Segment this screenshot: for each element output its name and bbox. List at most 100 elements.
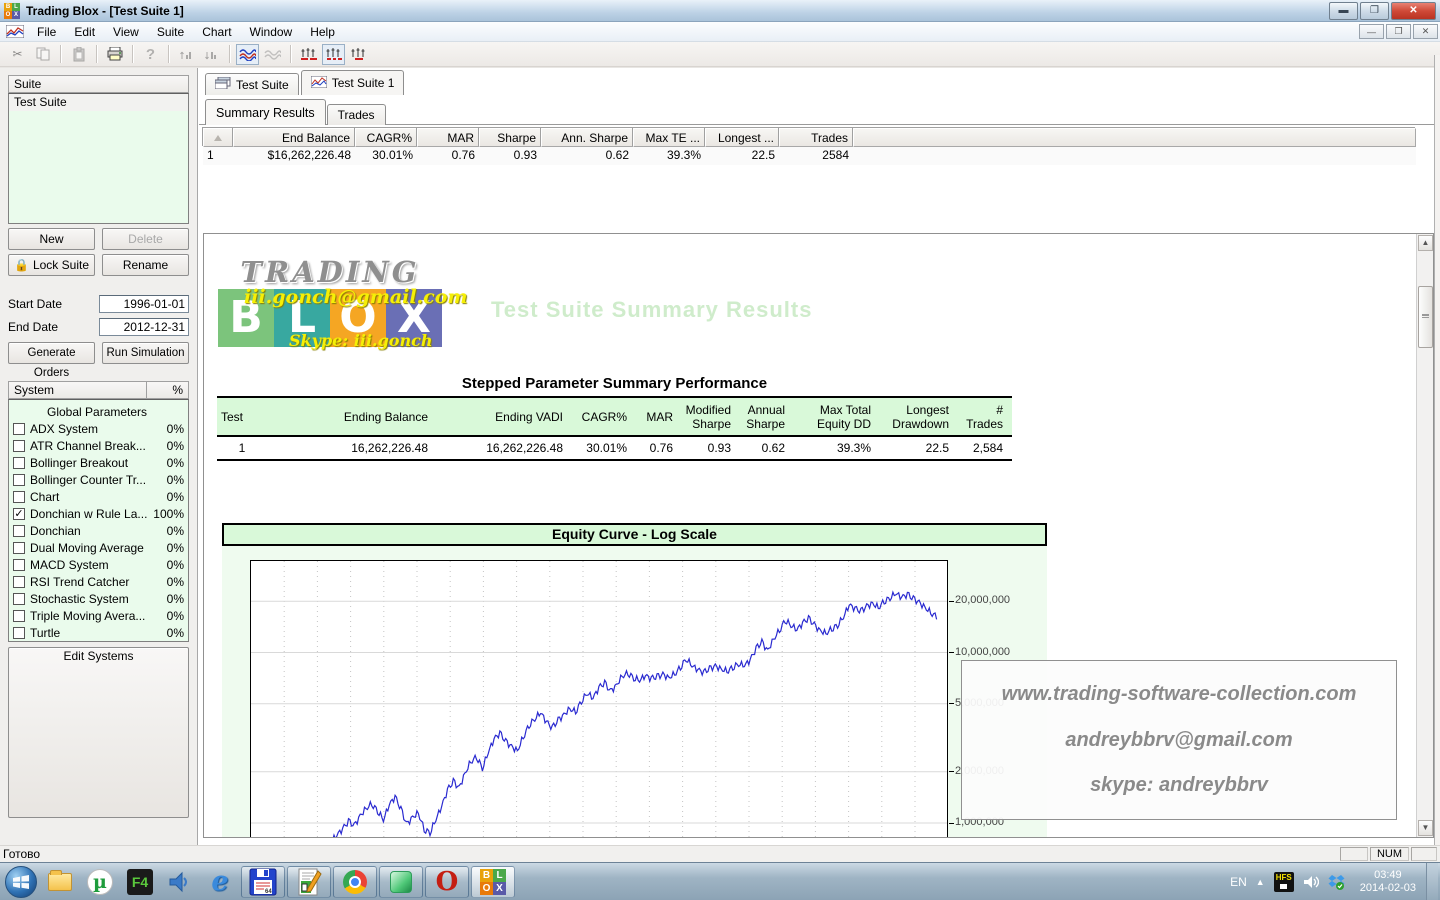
tray-clock[interactable]: 03:49 2014-02-03	[1354, 869, 1422, 895]
system-checkbox[interactable]	[13, 474, 25, 486]
trade-bars-button-1[interactable]	[297, 44, 320, 65]
start-date-input[interactable]	[99, 295, 189, 313]
scroll-up-arrow[interactable]: ▲	[1418, 235, 1433, 251]
system-row[interactable]: Global Parameters	[9, 403, 188, 420]
rename-button[interactable]: Rename	[102, 254, 189, 276]
dropbox-tray-icon[interactable]	[1328, 874, 1345, 890]
menu-item-file[interactable]: File	[28, 23, 65, 41]
system-checkbox[interactable]	[13, 576, 25, 588]
cut-button[interactable]: ✂	[6, 44, 29, 65]
grid-column-header[interactable]: End Balance	[233, 128, 355, 147]
trade-bars-button-2[interactable]	[322, 44, 345, 65]
volume-app-taskbar-icon[interactable]	[160, 865, 200, 899]
system-checkbox[interactable]	[13, 627, 25, 639]
hidden-icons-arrow[interactable]: ▲	[1256, 877, 1265, 887]
chrome-taskbar-button[interactable]	[333, 866, 377, 898]
sort-descending-button[interactable]	[200, 44, 223, 65]
lock-suite-button[interactable]: 🔒Lock Suite	[8, 254, 95, 276]
menu-item-chart[interactable]: Chart	[193, 23, 240, 41]
help-button[interactable]: ?	[139, 44, 162, 65]
system-row[interactable]: Bollinger Counter Tr...0%	[9, 471, 188, 488]
subtab-trades[interactable]: Trades	[327, 104, 386, 125]
multi-chart-button[interactable]	[261, 44, 284, 65]
grid-column-header[interactable]: Max TE ...	[633, 128, 705, 147]
trading-blox-taskbar-button[interactable]: BL OX	[471, 866, 515, 898]
system-column-header[interactable]: System	[8, 381, 147, 399]
system-row[interactable]: Dual Moving Average0%	[9, 539, 188, 556]
start-button[interactable]	[2, 865, 40, 899]
system-checkbox[interactable]	[13, 542, 25, 554]
opera-taskbar-button[interactable]: O	[425, 866, 469, 898]
new-button[interactable]: New	[8, 228, 95, 250]
system-checkbox[interactable]	[13, 593, 25, 605]
menu-item-help[interactable]: Help	[301, 23, 344, 41]
system-row[interactable]: Donchian0%	[9, 522, 188, 539]
end-date-input[interactable]	[99, 318, 189, 336]
fx-app-taskbar-icon[interactable]: F4	[120, 865, 160, 899]
tab-test-suite[interactable]: Test Suite	[205, 73, 299, 95]
grid-column-header[interactable]: Longest ...	[705, 128, 779, 147]
system-checkbox[interactable]	[13, 491, 25, 503]
percent-column-header[interactable]: %	[147, 381, 189, 399]
print-button[interactable]	[103, 44, 126, 65]
system-checkbox[interactable]	[13, 423, 25, 435]
edit-systems-button[interactable]: Edit Systems	[8, 647, 189, 818]
copy-button[interactable]	[31, 44, 54, 65]
system-row[interactable]: Triple Moving Avera...0%	[9, 607, 188, 624]
subtab-summary-results[interactable]: Summary Results	[205, 99, 326, 125]
scroll-down-arrow[interactable]: ▼	[1418, 820, 1433, 836]
floppy-app-taskbar-button[interactable]: 64	[241, 866, 285, 898]
sort-ascending-button[interactable]	[175, 44, 198, 65]
menu-item-edit[interactable]: Edit	[65, 23, 104, 41]
system-checkbox[interactable]	[13, 610, 25, 622]
grid-column-header[interactable]: CAGR%	[355, 128, 417, 147]
system-checkbox[interactable]: ✓	[13, 508, 25, 520]
editor-app-taskbar-button[interactable]	[287, 866, 331, 898]
child-close-button[interactable]: ✕	[1413, 24, 1438, 39]
suite-list[interactable]: Test Suite	[8, 93, 189, 224]
language-indicator[interactable]: EN	[1230, 875, 1247, 889]
system-row[interactable]: RSI Trend Catcher0%	[9, 573, 188, 590]
paste-button[interactable]	[67, 44, 90, 65]
grid-column-header[interactable]: MAR	[417, 128, 479, 147]
run-simulation-button[interactable]: Run Simulation	[102, 342, 189, 364]
child-minimize-button[interactable]: —	[1359, 24, 1384, 39]
utorrent-taskbar-icon[interactable]: µ	[80, 865, 120, 899]
child-window-icon[interactable]	[6, 25, 24, 38]
show-desktop-button[interactable]	[1426, 863, 1438, 900]
explorer-taskbar-icon[interactable]	[40, 865, 80, 899]
system-row[interactable]: ADX System0%	[9, 420, 188, 437]
grid-column-header[interactable]	[203, 128, 233, 147]
system-row[interactable]: ✓Donchian w Rule La...100%	[9, 505, 188, 522]
menu-item-window[interactable]: Window	[241, 23, 302, 41]
trade-bars-button-3[interactable]	[347, 44, 370, 65]
system-row[interactable]: MACD System0%	[9, 556, 188, 573]
grid-column-header[interactable]: Ann. Sharpe	[541, 128, 633, 147]
system-checkbox[interactable]	[13, 457, 25, 469]
system-checkbox[interactable]	[13, 559, 25, 571]
system-checkbox[interactable]	[13, 525, 25, 537]
system-row[interactable]: Bollinger Breakout0%	[9, 454, 188, 471]
menu-item-view[interactable]: View	[104, 23, 148, 41]
child-restore-button[interactable]: ❐	[1386, 24, 1411, 39]
scroll-thumb[interactable]	[1418, 286, 1433, 348]
grid-row[interactable]: 1$16,262,226.4830.01%0.760.930.6239.3%22…	[203, 147, 1416, 165]
grid-column-header[interactable]: Trades	[779, 128, 853, 147]
system-row[interactable]: Stochastic System0%	[9, 590, 188, 607]
generate-orders-button[interactable]: Generate Orders	[8, 342, 95, 364]
system-checkbox[interactable]	[13, 440, 25, 452]
restore-button[interactable]: ❐	[1360, 2, 1389, 20]
grid-column-header[interactable]: Sharpe	[479, 128, 541, 147]
system-row[interactable]: ATR Channel Break...0%	[9, 437, 188, 454]
menu-item-suite[interactable]: Suite	[148, 23, 193, 41]
equity-chart-button[interactable]	[236, 44, 259, 65]
system-row[interactable]: Chart0%	[9, 488, 188, 505]
suite-list-item[interactable]: Test Suite	[9, 94, 188, 111]
gem-app-taskbar-button[interactable]	[379, 866, 423, 898]
report-scrollbar[interactable]: ▲ ▼	[1416, 234, 1433, 837]
internet-explorer-taskbar-icon[interactable]: e	[200, 865, 240, 899]
minimize-button[interactable]: ▬	[1329, 2, 1358, 20]
close-button[interactable]: ✕	[1391, 2, 1436, 20]
delete-button[interactable]: Delete	[102, 228, 189, 250]
volume-tray-icon[interactable]	[1303, 875, 1319, 889]
